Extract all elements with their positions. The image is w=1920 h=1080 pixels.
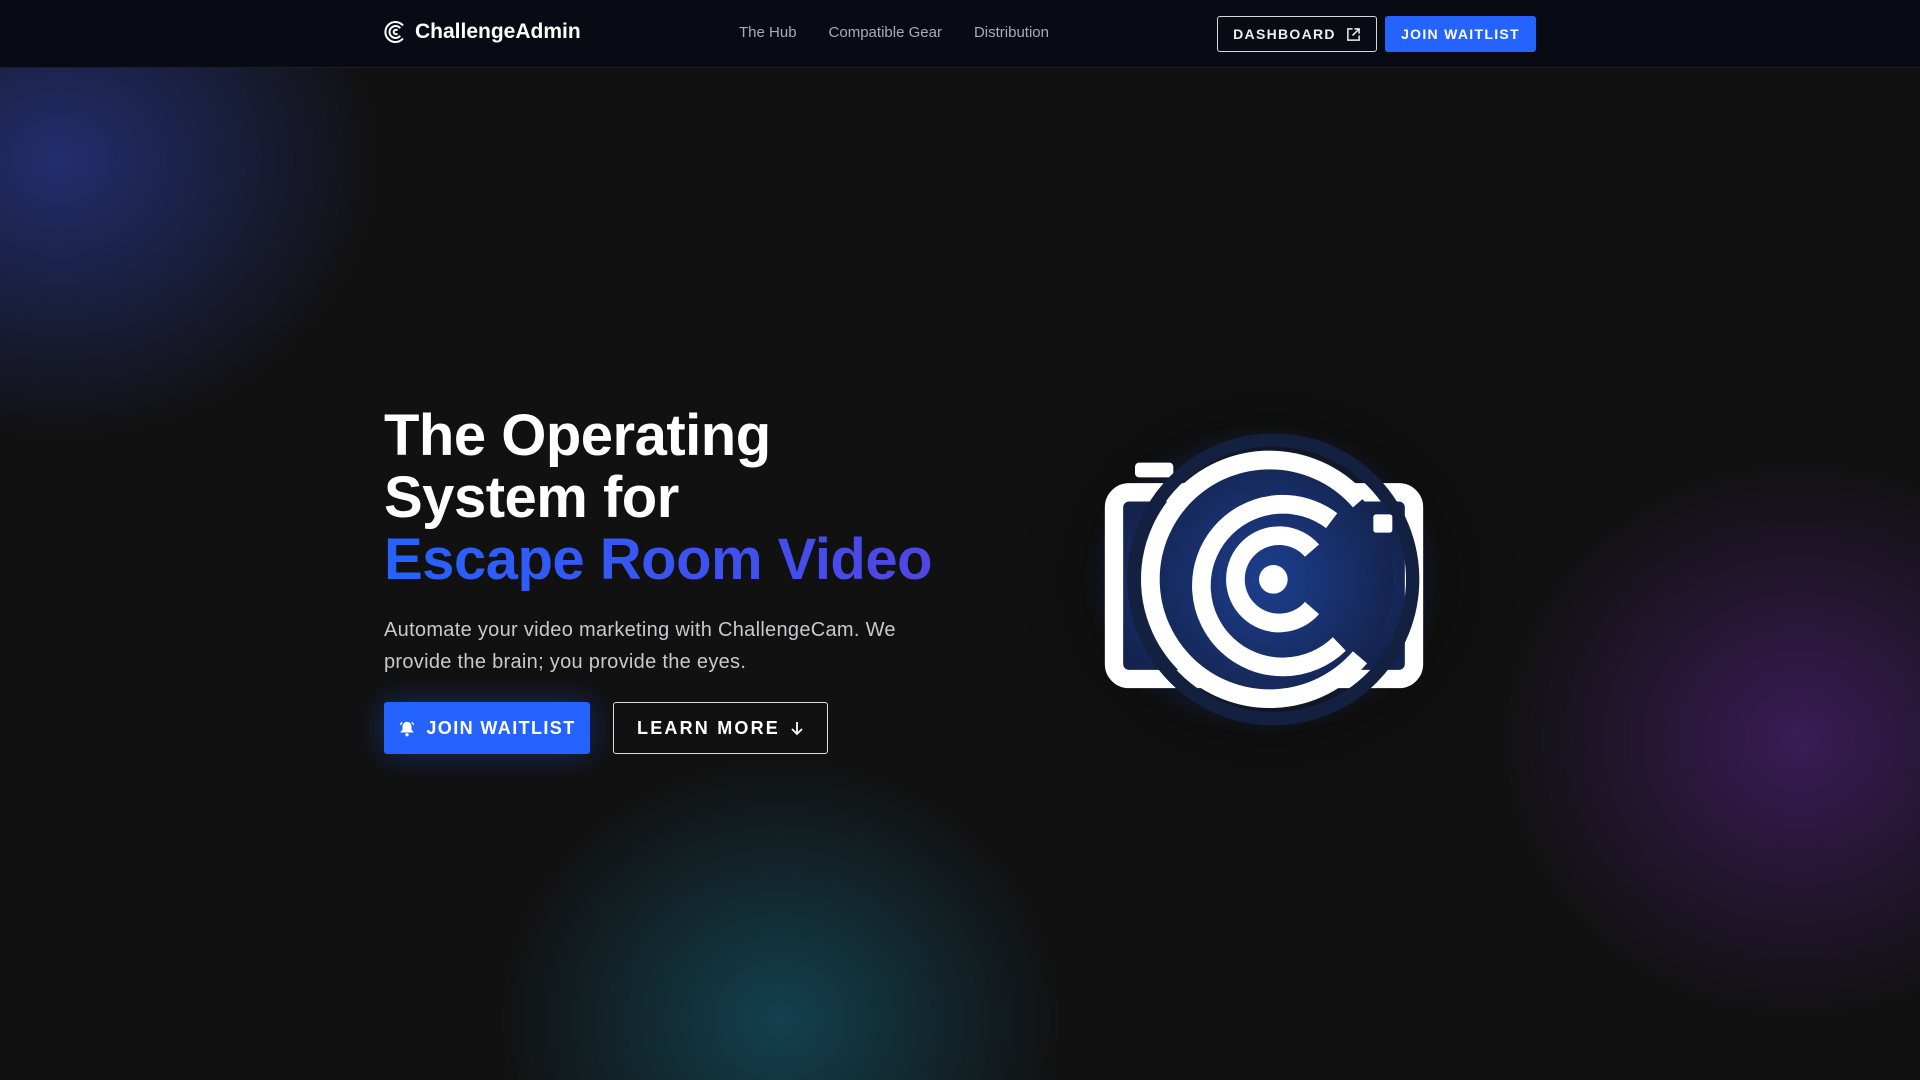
learn-more-label: LEARN MORE (637, 717, 780, 738)
bell-icon (400, 721, 415, 737)
dashboard-label: DASHBOARD (1233, 26, 1336, 42)
hero-title-line2: System for (384, 465, 679, 530)
nav-link-distribution[interactable]: Distribution (974, 24, 1049, 41)
hero-title-line1: The Operating (384, 403, 771, 468)
brand-name: ChallengeAdmin (415, 20, 581, 43)
join-waitlist-hero-button[interactable]: JOIN WAITLIST (384, 702, 590, 754)
nav-link-compatible-gear[interactable]: Compatible Gear (829, 24, 942, 41)
dashboard-button[interactable]: DASHBOARD (1217, 16, 1377, 52)
top-nav: ChallengeAdmin The Hub Compatible Gear D… (0, 0, 1920, 68)
hero-heading-block: The Operating System for Escape Room Vid… (384, 403, 933, 592)
brand-logo[interactable]: ChallengeAdmin (384, 20, 581, 44)
learn-more-button[interactable]: LEARN MORE (613, 702, 828, 754)
external-link-icon (1346, 27, 1360, 41)
join-waitlist-hero-label: JOIN WAITLIST (426, 717, 576, 738)
hero-subtitle: Automate your video marketing with Chall… (384, 619, 896, 673)
nav-link-the-hub[interactable]: The Hub (739, 24, 797, 41)
join-waitlist-nav-label: JOIN WAITLIST (1401, 26, 1520, 42)
challengecam-camera-logo (1085, 422, 1440, 736)
hero-title-accent: Escape Room Video (384, 527, 933, 592)
join-waitlist-nav-button[interactable]: JOIN WAITLIST (1385, 16, 1536, 52)
hero-title: The Operating System for Escape Room Vid… (384, 403, 933, 592)
arrow-down-icon (791, 722, 803, 736)
brand-c-icon (384, 21, 404, 43)
